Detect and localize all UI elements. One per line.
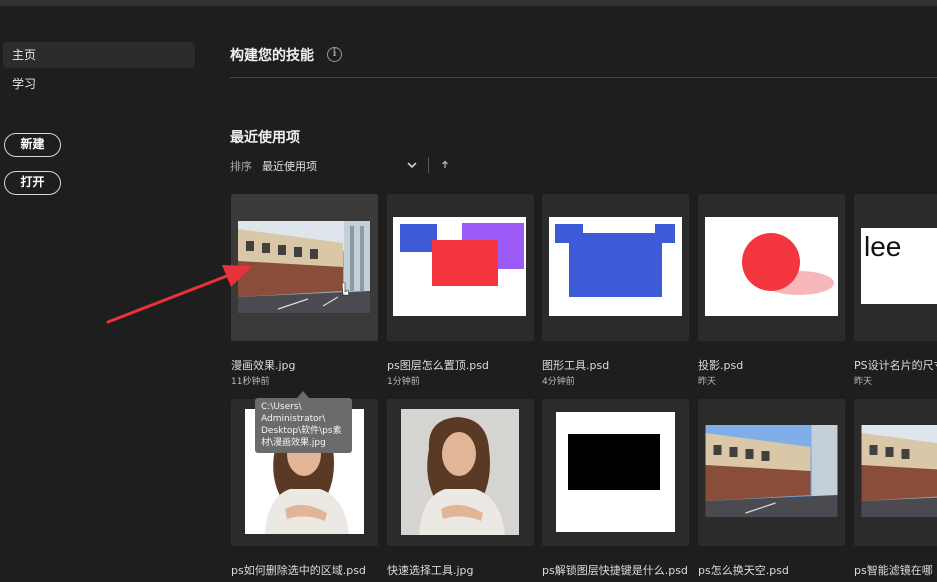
tooltip-line: Administrator\	[261, 414, 326, 424]
file-name[interactable]: 图形工具.psd	[542, 357, 702, 373]
recent-file-card[interactable]: lee PS设计名片的尺寸 昨天	[854, 194, 937, 394]
file-thumbnail[interactable]	[387, 194, 534, 341]
shape-thumbnail	[549, 217, 682, 316]
file-name[interactable]: ps解锁图层快捷键是什么.psd	[542, 562, 702, 578]
file-thumbnail[interactable]	[854, 399, 937, 546]
info-icon[interactable]: i	[327, 47, 342, 62]
file-thumbnail[interactable]	[231, 194, 378, 341]
file-thumbnail[interactable]	[698, 194, 845, 341]
file-name[interactable]: ps智能滤镜在哪	[854, 562, 937, 578]
street-filter-thumbnail	[861, 425, 937, 517]
tooltip-line: Desktop\软件\ps素	[261, 426, 342, 436]
recent-file-card[interactable]: 快速选择工具.jpg	[387, 399, 534, 582]
street-sky-thumbnail	[705, 425, 838, 517]
recent-file-card[interactable]: ps怎么换天空.psd	[698, 399, 845, 582]
file-name[interactable]: PS设计名片的尺寸	[854, 357, 937, 373]
svg-text:lee: lee	[864, 231, 901, 262]
chevron-down-icon[interactable]	[406, 160, 418, 170]
tooltip-line: C:\Users\	[261, 402, 302, 412]
file-time: 11秒钟前	[231, 377, 270, 387]
tooltip-caret	[297, 391, 309, 398]
new-button[interactable]: 新建	[4, 133, 61, 157]
divider	[230, 77, 937, 78]
sidebar-item-home[interactable]: 主页	[3, 42, 195, 68]
file-time: 昨天	[854, 377, 873, 387]
file-path-tooltip: C:\Users\ Administrator\ Desktop\软件\ps素 …	[255, 398, 352, 453]
file-thumbnail[interactable]	[698, 399, 845, 546]
file-thumbnail[interactable]	[387, 399, 534, 546]
file-name[interactable]: ps如何删除选中的区域.psd	[231, 562, 391, 578]
street-photo-thumbnail	[238, 221, 370, 313]
file-name[interactable]: ps图层怎么置顶.psd	[387, 357, 547, 373]
file-thumbnail[interactable]: lee	[854, 194, 937, 341]
file-time: 4分钟前	[542, 377, 575, 387]
portrait-thumbnail	[401, 409, 519, 535]
recent-title: 最近使用项	[230, 130, 300, 146]
tooltip-line: 材\漫画效果.jpg	[261, 438, 326, 448]
black-rectangle-thumbnail	[556, 412, 675, 532]
sort-direction-arrow-icon[interactable]	[441, 160, 449, 170]
file-thumbnail[interactable]	[542, 399, 689, 546]
file-time: 1分钟前	[387, 377, 420, 387]
open-button[interactable]: 打开	[4, 171, 61, 195]
file-time: 昨天	[698, 377, 717, 387]
file-name[interactable]: 漫画效果.jpg	[231, 357, 391, 373]
file-thumbnail[interactable]	[542, 194, 689, 341]
skills-title: 构建您的技能	[230, 48, 314, 64]
file-name[interactable]: ps怎么换天空.psd	[698, 562, 858, 578]
file-name[interactable]: 快速选择工具.jpg	[387, 562, 547, 578]
recent-file-card[interactable]: ps智能滤镜在哪	[854, 399, 937, 582]
layers-thumbnail	[393, 217, 526, 316]
file-name[interactable]: 投影.psd	[698, 357, 858, 373]
sidebar-item-learn[interactable]: 学习	[3, 71, 195, 97]
sidebar: 主页 学习 新建 打开	[0, 6, 205, 582]
sort-dropdown[interactable]: 最近使用项	[262, 158, 422, 174]
lee-text-thumbnail: lee	[861, 228, 937, 304]
shadow-thumbnail	[705, 217, 838, 316]
sort-separator	[428, 157, 429, 173]
sort-label: 排序	[230, 160, 252, 173]
recent-file-card[interactable]: ps解锁图层快捷键是什么.psd	[542, 399, 689, 582]
